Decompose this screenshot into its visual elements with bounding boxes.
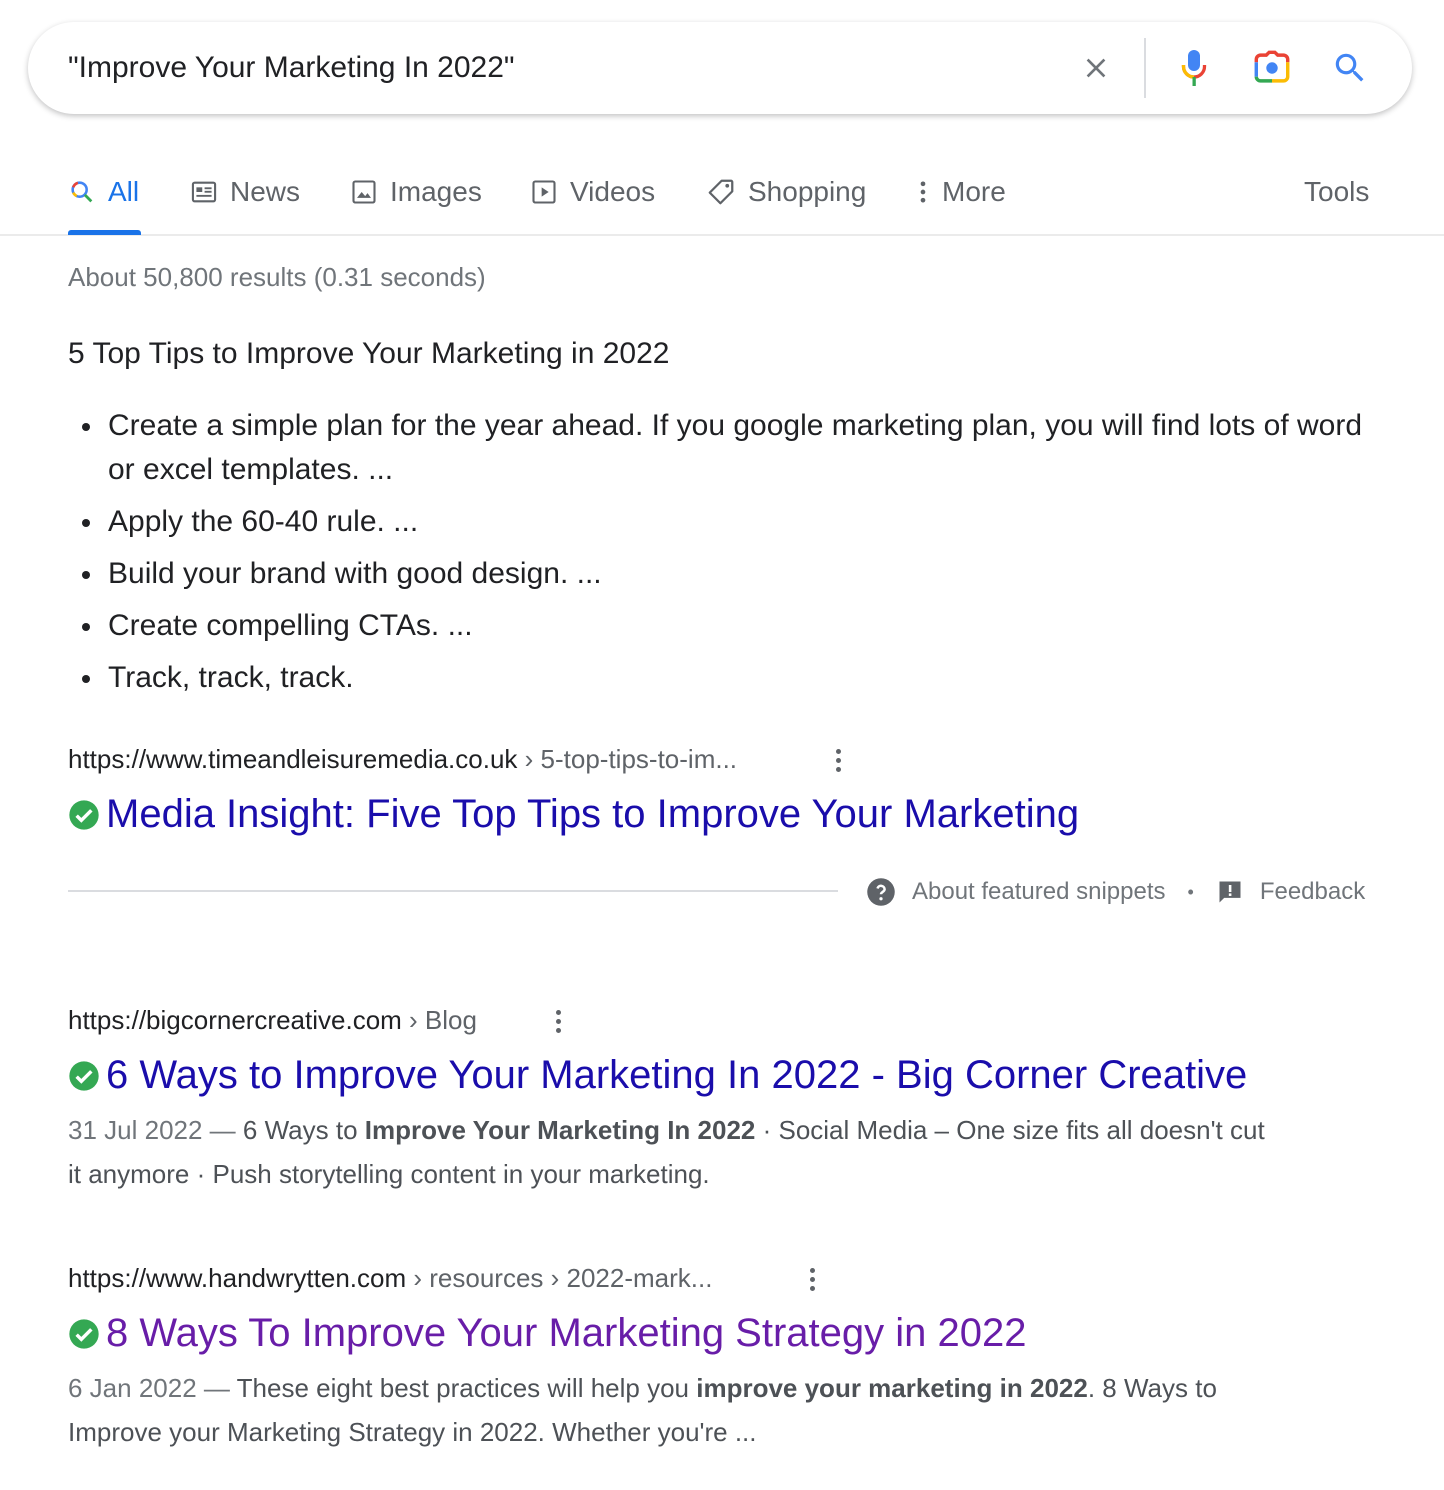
tab-label: All (108, 176, 140, 207)
cite-breadcrumb: › Blog (401, 1005, 477, 1035)
tab-label: Videos (570, 176, 656, 207)
tab-news[interactable]: News (190, 172, 300, 212)
verified-check-icon (69, 1318, 99, 1349)
tab-label: Images (390, 176, 482, 207)
search-divider (1144, 38, 1146, 98)
tab-label: News (230, 176, 301, 207)
featured-snippet-cite[interactable]: https://www.timeandleisuremedia.co.uk › … (68, 744, 737, 775)
cite-url: https://bigcornercreative.com (68, 1005, 402, 1035)
snippet-highlight: Improve Your Marketing In 2022 (364, 1115, 756, 1145)
featured-snippet-footer: About featured snippets • Feedback (866, 874, 1365, 910)
tab-all[interactable]: All (68, 172, 139, 212)
result-menu-icon[interactable] (826, 742, 850, 778)
clear-icon[interactable] (1076, 48, 1116, 88)
result-menu-icon[interactable] (800, 1261, 824, 1297)
cite-breadcrumb: › resources › 2022-mark... (406, 1263, 713, 1293)
result-cite[interactable]: https://www.handwrytten.com › resources … (68, 1263, 712, 1294)
result-title-row: 8 Ways To Improve Your Marketing Strateg… (68, 1311, 1027, 1356)
video-icon (532, 180, 556, 204)
feedback-label: Feedback (1259, 878, 1366, 905)
snippet-highlight: improve your marketing in 2022 (696, 1373, 1088, 1403)
search-multicolor-icon (71, 181, 93, 203)
search-box (28, 22, 1412, 114)
list-item: Create compelling CTAs. ... (82, 604, 1368, 648)
verified-check-icon (69, 1060, 99, 1091)
tab-shopping[interactable]: Shopping (706, 172, 866, 212)
list-item: Create a simple plan for the year ahead.… (82, 404, 1368, 492)
cite-breadcrumb: › 5-top-tips-to-im... (517, 744, 738, 774)
feedback-link[interactable]: Feedback (1216, 878, 1365, 906)
result-snippet: 31 Jul 2022 — 6 Ways to Improve Your Mar… (68, 1108, 1268, 1196)
camera-icon[interactable] (1252, 48, 1292, 88)
result-title-link[interactable]: 6 Ways to Improve Your Marketing In 2022… (106, 1053, 1247, 1098)
list-item: Track, track, track. (82, 656, 1368, 700)
featured-snippet-heading: 5 Top Tips to Improve Your Marketing in … (68, 337, 670, 370)
snippet-text: These eight best practices will help you (236, 1373, 697, 1403)
cite-url: https://www.handwrytten.com (68, 1263, 407, 1293)
result-stats: About 50,800 results (0.31 seconds) (68, 262, 486, 292)
tools-button[interactable]: Tools (1304, 172, 1369, 212)
date-separator: — (202, 1115, 243, 1145)
about-featured-snippets-link[interactable]: About featured snippets (866, 877, 1166, 907)
tab-images[interactable]: Images (350, 172, 482, 212)
microphone-icon[interactable] (1174, 48, 1214, 88)
result-title-link[interactable]: 8 Ways To Improve Your Marketing Strateg… (106, 1311, 1027, 1356)
search-icon[interactable] (1330, 48, 1370, 88)
tab-videos[interactable]: Videos (530, 172, 655, 212)
separator: • (1187, 881, 1194, 902)
image-icon (352, 180, 376, 204)
list-item: Apply the 60-40 rule. ... (82, 500, 1368, 544)
active-tab-indicator (68, 230, 141, 235)
result-date: 6 Jan 2022 (68, 1373, 197, 1403)
more-vert-icon (920, 181, 926, 203)
news-icon (191, 181, 217, 203)
tab-label: Shopping (748, 176, 867, 207)
result-snippet: 6 Jan 2022 — These eight best practices … (68, 1366, 1268, 1454)
verified-check-icon (69, 799, 99, 830)
about-label: About featured snippets (912, 878, 1166, 905)
result-date: 31 Jul 2022 (68, 1115, 203, 1145)
help-icon (867, 878, 895, 906)
featured-snippet-title-row: Media Insight: Five Top Tips to Improve … (68, 792, 1079, 837)
tag-icon (708, 179, 734, 205)
result-title-row: 6 Ways to Improve Your Marketing In 2022… (68, 1053, 1247, 1098)
feedback-icon (1219, 881, 1241, 903)
result-cite[interactable]: https://bigcornercreative.com › Blog (68, 1005, 477, 1036)
cite-url: https://www.timeandleisuremedia.co.uk (68, 744, 518, 774)
date-separator: — (196, 1373, 237, 1403)
tab-label: More (942, 176, 1006, 207)
search-tabs: All News Images Videos Shopping More Too… (0, 150, 1444, 236)
search-input[interactable] (68, 22, 1048, 114)
tools-label: Tools (1304, 176, 1370, 207)
featured-snippet-list: Create a simple plan for the year ahead.… (82, 404, 1368, 708)
divider (68, 890, 838, 892)
result-title-link[interactable]: Media Insight: Five Top Tips to Improve … (106, 792, 1079, 837)
result-menu-icon[interactable] (546, 1003, 570, 1039)
tab-more[interactable]: More (916, 172, 1006, 212)
list-item: Build your brand with good design. ... (82, 552, 1368, 596)
snippet-text: 6 Ways to (242, 1115, 365, 1145)
